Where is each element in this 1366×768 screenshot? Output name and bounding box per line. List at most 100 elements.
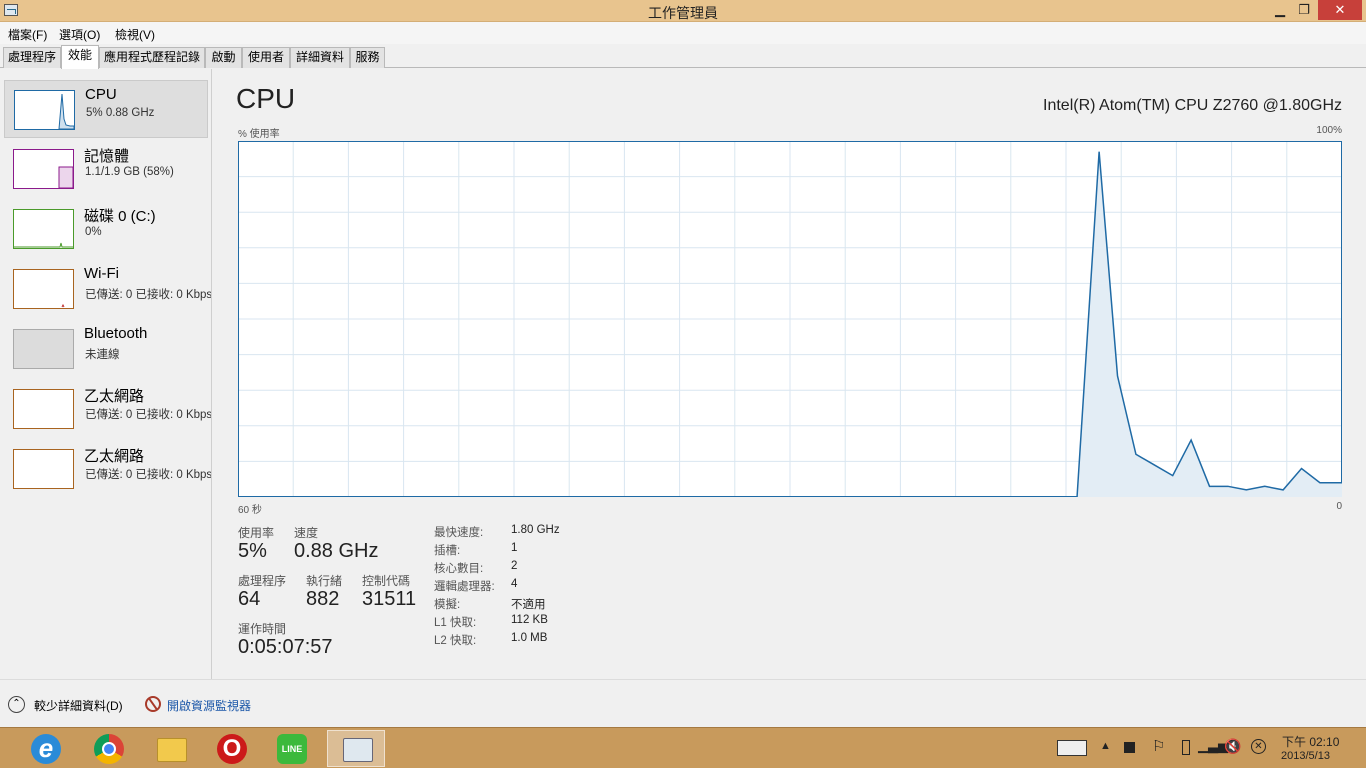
spec-value: 1 [511,542,518,554]
spec-key: L2 快取: [434,635,477,647]
task-manager-icon [343,738,373,762]
spec-value: 不適用 [511,599,546,611]
x-axis-left-label: 60 秒 [238,505,262,516]
volume-muted-icon[interactable]: 🔇 [1224,738,1241,768]
taskbar-ie[interactable]: e [16,730,74,767]
sidebar-item-memory[interactable]: 記憶體 1.1/1.9 GB (58%) [4,140,208,198]
usage-label: 使用率 [238,526,275,540]
processor-name: Intel(R) Atom(TM) CPU Z2760 @1.80GHz [1043,97,1342,114]
performance-panel: CPU Intel(R) Atom(TM) CPU Z2760 @1.80GHz… [213,69,1366,679]
clock-date[interactable]: 2013/5/13 [1281,750,1330,762]
close-button[interactable]: ✕ [1318,0,1362,20]
battery-icon[interactable] [1182,740,1190,755]
menu-options[interactable]: 選項(O) [59,26,100,43]
spec-key: 邏輯處理器: [434,581,495,593]
menu-file[interactable]: 檔案(F) [8,26,47,43]
y-axis-label: % 使用率 [238,129,280,140]
sidebar-item-label: 記憶體 [84,148,130,165]
sidebar-item-label: Wi-Fi [84,265,119,282]
page-title: CPU [236,83,296,114]
title-bar: 工作管理員 ▁ ❐ ✕ [0,0,1366,22]
threads-label: 執行緒 [306,574,343,588]
sidebar-item-wifi[interactable]: Wi-Fi 已傳送: 0 已接收: 0 Kbps [4,260,211,318]
sidebar-item-ethernet-1[interactable]: 乙太網路 已傳送: 0 已接收: 0 Kbps [4,380,211,438]
sidebar-item-detail: 0% [85,226,102,238]
sidebar-item-label: 磁碟 0 (C:) [84,208,156,225]
tab-performance[interactable]: 效能 [61,45,99,69]
wifi-thumbnail-sparkline [61,303,65,308]
taskbar: e O LINE ▲ ⚐ ▁▃▅ 🔇 ✕ 下午 02:10 2013/5/13 [0,727,1366,768]
resource-sidebar: CPU 5% 0.88 GHz 記憶體 1.1/1.9 GB (58%) 磁碟 … [0,69,212,679]
handles-value: 31511 [362,588,417,610]
usage-value: 5% [238,540,267,562]
resource-monitor-icon[interactable] [145,696,161,712]
sidebar-item-bluetooth[interactable]: Bluetooth 未連線 [4,320,208,378]
spec-key: 核心數目: [434,563,484,575]
clock-time[interactable]: 下午 02:10 [1282,733,1339,750]
speed-label: 速度 [294,526,319,540]
tab-users[interactable]: 使用者 [242,47,290,68]
chrome-icon [94,734,124,764]
maximize-button[interactable]: ❐ [1290,0,1318,20]
flag-icon[interactable]: ⚐ [1152,737,1165,768]
tab-startup[interactable]: 啟動 [205,47,242,68]
sidebar-item-label: 乙太網路 [84,388,145,405]
threads-value: 882 [306,588,340,610]
ethernet-thumbnail-graph [13,449,74,489]
ethernet-thumbnail-graph [13,389,74,429]
sidebar-item-label: 乙太網路 [84,448,145,465]
disk-thumbnail-graph [13,209,74,249]
x-axis-right-label: 0 [1336,501,1342,512]
touch-keyboard-icon[interactable] [1057,740,1087,756]
sidebar-item-detail: 5% 0.88 GHz [86,107,155,119]
taskbar-file-explorer[interactable] [142,730,200,767]
tab-services[interactable]: 服務 [350,47,385,68]
disk-thumbnail-sparkline [14,242,73,248]
y-axis-max-label: 100% [1316,125,1342,136]
processes-value: 64 [238,588,261,610]
spec-value: 1.80 GHz [511,524,560,536]
spec-key: L1 快取: [434,617,477,629]
taskbar-task-manager[interactable] [327,730,385,767]
cpu-thumbnail-graph [14,90,75,130]
spec-key: 模擬: [434,599,461,611]
spec-value: 1.0 MB [511,632,548,644]
spec-key: 插槽: [434,545,461,557]
taskbar-opera[interactable]: O [202,730,260,767]
show-hidden-icons-icon[interactable]: ▲ [1100,740,1111,768]
sidebar-item-cpu[interactable]: CPU 5% 0.88 GHz [4,80,208,138]
tab-strip: 處理程序 效能 應用程式歷程記錄 啟動 使用者 詳細資料 服務 [0,44,1366,69]
sidebar-item-detail: 已傳送: 0 已接收: 0 Kbps [85,289,212,301]
ie-icon: e [31,734,61,764]
sidebar-item-detail: 1.1/1.9 GB (58%) [85,166,174,178]
taskbar-line[interactable]: LINE [262,730,320,767]
chevron-up-icon[interactable]: ⌃ [8,696,25,713]
sidebar-item-disk[interactable]: 磁碟 0 (C:) 0% [4,200,208,258]
opera-icon: O [217,734,247,764]
tab-app-history[interactable]: 應用程式歷程記錄 [99,47,205,68]
tab-details[interactable]: 詳細資料 [290,47,350,68]
spec-value: 2 [511,560,518,572]
open-resource-monitor-link[interactable]: 開啟資源監視器 [167,697,251,714]
menu-view[interactable]: 檢視(V) [115,26,155,43]
handles-label: 控制代碼 [362,574,411,588]
sidebar-item-detail: 已傳送: 0 已接收: 0 Kbps [85,409,212,421]
cpu-usage-graph [238,141,1342,497]
tab-processes[interactable]: 處理程序 [3,47,61,68]
taskbar-chrome[interactable] [79,730,137,767]
spec-value: 4 [511,578,518,590]
footer-bar: ⌃ 較少詳細資料(D) 開啟資源監視器 [0,679,1366,727]
action-center-icon[interactable] [1124,742,1135,753]
wifi-thumbnail-graph [13,269,74,309]
sidebar-item-label: CPU [85,86,117,103]
menu-bar: 檔案(F) 選項(O) 檢視(V) [0,22,1366,44]
sidebar-item-detail: 未連線 [85,349,120,361]
fewer-details-link[interactable]: 較少詳細資料(D) [34,697,123,714]
uptime-label: 運作時間 [238,622,287,636]
sidebar-item-detail: 已傳送: 0 已接收: 0 Kbps [85,469,212,481]
close-circle-icon[interactable]: ✕ [1251,739,1266,754]
speed-value: 0.88 GHz [294,540,379,562]
spec-key: 最快速度: [434,527,484,539]
sidebar-item-ethernet-2[interactable]: 乙太網路 已傳送: 0 已接收: 0 Kbps [4,440,211,498]
file-explorer-icon [157,738,187,762]
